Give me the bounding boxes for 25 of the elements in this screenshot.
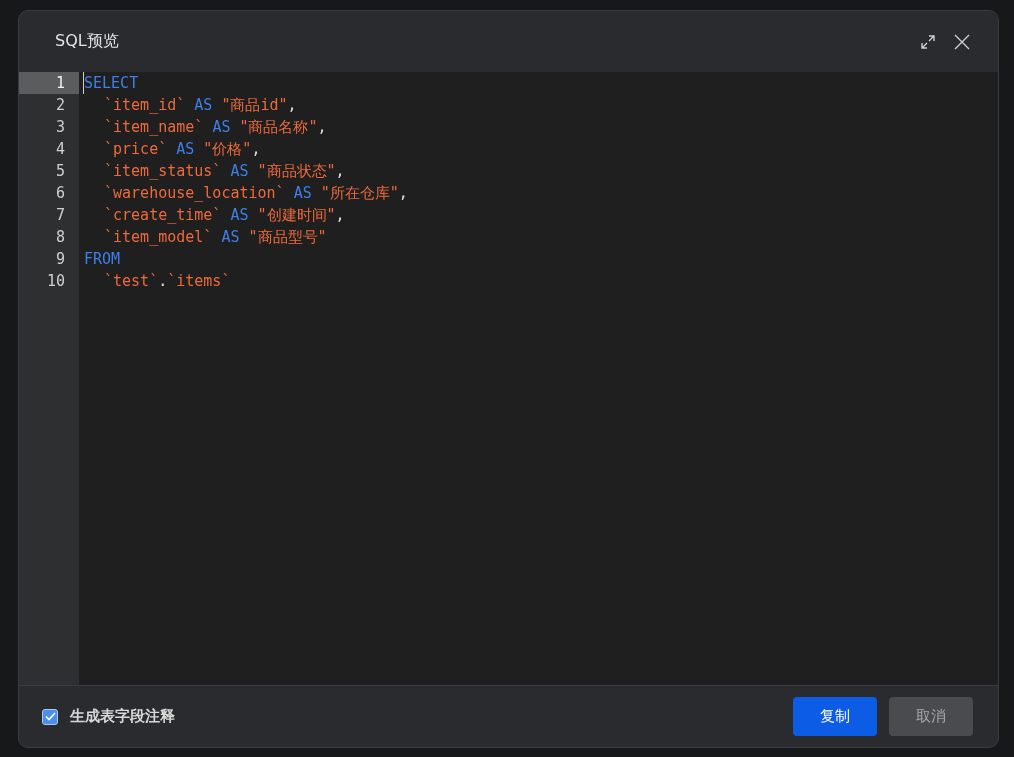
- line-number: 8: [54, 227, 66, 248]
- checkbox-label: 生成表字段注释: [70, 707, 176, 726]
- copy-button[interactable]: 复制: [793, 697, 877, 736]
- code-line: `item_model` AS "商品型号": [103, 227, 327, 248]
- line-number: 3: [54, 117, 66, 138]
- code-line: `create_time` AS "创建时间",: [103, 205, 345, 226]
- line-number: 7: [54, 205, 66, 226]
- line-number: 2: [54, 95, 66, 116]
- line-number: 4: [54, 139, 66, 160]
- code-line: `item_id` AS "商品id",: [103, 95, 297, 116]
- code-line: `price` AS "价格",: [103, 139, 261, 160]
- code-line: FROM: [83, 249, 121, 270]
- cancel-button[interactable]: 取消: [889, 697, 973, 736]
- line-number: 1: [19, 72, 79, 94]
- code-line: `warehouse_location` AS "所在仓库",: [103, 183, 408, 204]
- dialog-title: SQL预览: [55, 31, 120, 52]
- line-number: 6: [54, 183, 66, 204]
- checkbox[interactable]: [42, 708, 58, 725]
- line-number: 10: [45, 271, 66, 292]
- code-line: `test`.`items`: [103, 271, 231, 292]
- line-number: 5: [54, 161, 66, 182]
- code-line: SELECT: [83, 72, 139, 94]
- code-line: `item_status` AS "商品状态",: [103, 161, 345, 182]
- line-number: 9: [54, 249, 66, 270]
- code-line: `item_name` AS "商品名称",: [103, 117, 327, 138]
